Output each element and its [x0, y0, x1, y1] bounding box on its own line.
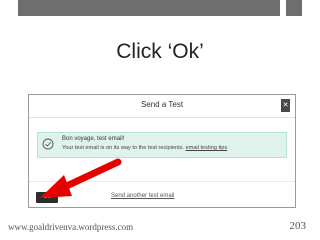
check-circle-icon [42, 138, 54, 150]
close-icon[interactable]: ✕ [281, 99, 290, 112]
top-bar-block-right [286, 0, 302, 16]
red-arrow-annotation [40, 158, 122, 198]
footer-url: www.goaldrivenva.wordpress.com [8, 222, 134, 232]
alert-title: Bon voyage, test email! [62, 136, 125, 142]
arrow-head [40, 175, 72, 198]
email-testing-tips-link[interactable]: email testing tips [186, 145, 228, 151]
dialog-title: Send a Test [140, 100, 184, 109]
top-bar-block-left [18, 0, 280, 16]
slide-title: Click ‘Ok’ [116, 40, 204, 63]
page-number: 203 [289, 220, 307, 232]
dialog-header: Send a Test ✕ [29, 95, 295, 118]
slide-top-bar [0, 0, 320, 16]
